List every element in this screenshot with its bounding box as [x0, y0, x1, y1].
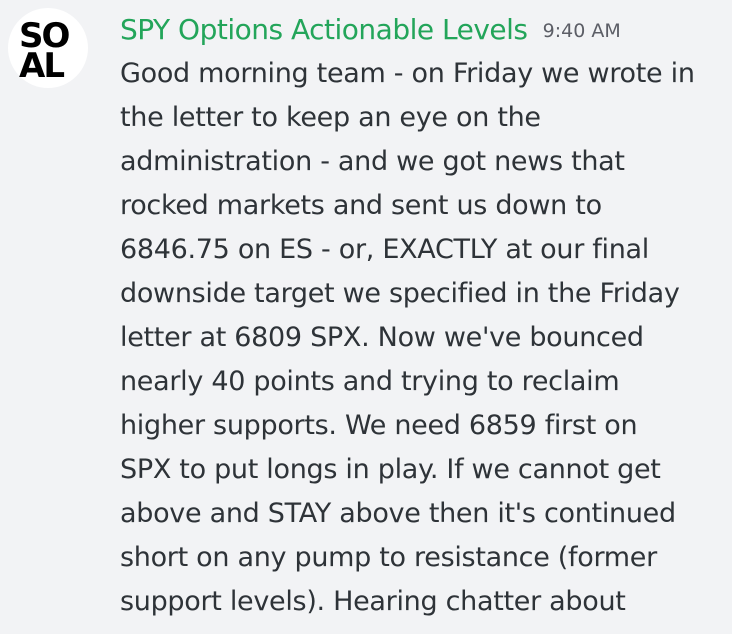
message-content: Good morning team - on Friday we wrote i… [120, 52, 720, 624]
message-line: letter at 6809 SPX. Now we've bounced [120, 322, 644, 353]
message-line: short on any pump to resistance (former [120, 542, 657, 573]
message-line: higher supports. We need 6859 first on [120, 410, 638, 441]
message-timestamp[interactable]: 9:40 AM [543, 20, 621, 42]
avatar-logo-line-2: AL [19, 46, 65, 86]
message-line: downside target we specified in the Frid… [120, 278, 680, 309]
message-line: Good morning team - on Friday we wrote i… [120, 58, 695, 89]
chat-message: SO AL SPY Options Actionable Levels 9:40… [0, 0, 732, 634]
author-name[interactable]: SPY Options Actionable Levels [120, 13, 528, 46]
message-line: support levels). Hearing chatter about [120, 586, 626, 617]
message-line: administration - and we got news that [120, 146, 625, 177]
message-line: SPX to put longs in play. If we cannot g… [120, 454, 661, 485]
message-line: 6846.75 on ES - or, EXACTLY at our final [120, 234, 649, 265]
message-line: nearly 40 points and trying to reclaim [120, 366, 620, 397]
author-avatar[interactable]: SO AL [8, 8, 88, 88]
message-line: the letter to keep an eye on the [120, 102, 541, 133]
message-header: SPY Options Actionable Levels 9:40 AM [120, 10, 621, 50]
avatar-logo-text: SO AL [19, 19, 79, 86]
message-line: rocked markets and sent us down to [120, 190, 602, 221]
message-line: above and STAY above then it's continued [120, 498, 676, 529]
